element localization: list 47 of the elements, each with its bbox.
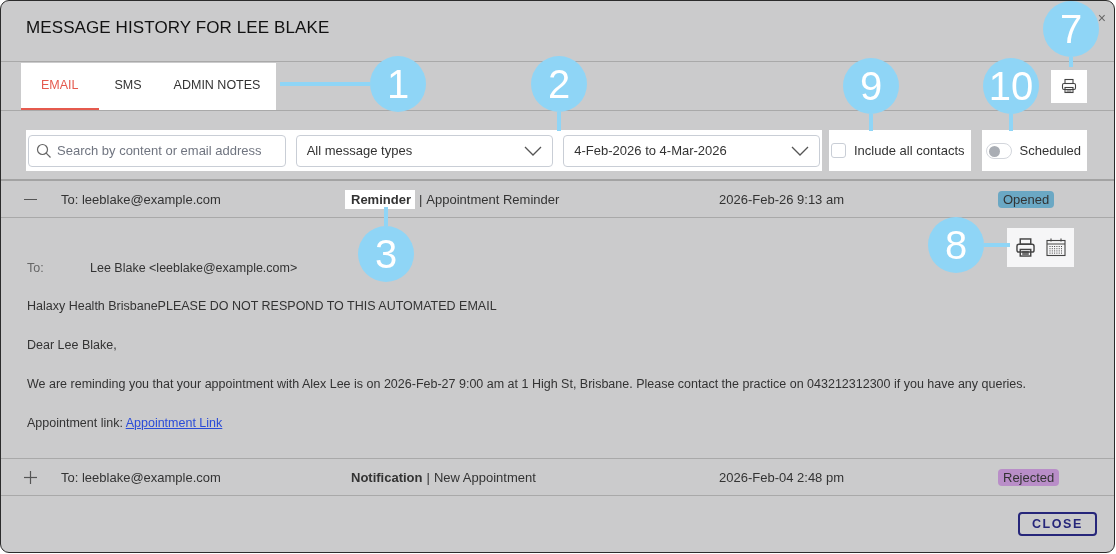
callout-marker: 3 [358,226,414,282]
callout-marker: 2 [531,56,587,112]
tab[interactable]: EMAIL [21,62,99,110]
date-text: 2026-Feb-26 9:13 am [719,191,846,207]
to-label: To: [27,261,45,275]
chevron-down-icon [524,145,543,156]
printer-icon [1061,78,1077,94]
to-value: Lee Blake <leeblake@example.com> [90,261,298,275]
checkbox-label: Include all contacts [854,143,965,158]
print-button[interactable] [1051,69,1087,103]
search-field[interactable]: Search by content or email address [28,134,286,167]
checkbox[interactable] [831,143,846,158]
callout-marker: 1 [370,56,426,112]
date-text: 2026-Feb-04 2:48 pm [719,469,846,485]
callout-marker: 7 [1043,1,1099,57]
subject-text: Appointment Reminder [426,191,560,207]
status-badge: Rejected [998,468,1060,486]
calendar-icon [1046,238,1066,257]
tab[interactable]: ADMIN NOTES [157,62,277,110]
plus-icon[interactable] [23,469,38,485]
close-button[interactable]: × [1097,10,1106,26]
message-paragraph: Dear Lee Blake, [27,337,118,353]
message-paragraph: Halaxy Health BrisbanePLEASE DO NOT RESPOND TO THIS AUTOMATED EMAIL [27,298,498,314]
search-icon [36,142,52,159]
toggle-switch[interactable] [986,142,1012,159]
dialog-title: MESSAGE HISTORY FOR LEE BLAKE [26,18,330,38]
tab[interactable]: SMS [98,62,158,110]
status-badge: Opened [998,190,1055,208]
recipient-text: To: leeblake@example.com [61,469,222,485]
callout-marker: 9 [843,58,899,114]
message-type-label: Notification [351,469,423,485]
appointment-link[interactable]: Appointment Link [125,416,223,430]
subject-text: New Appointment [433,469,536,485]
toggle-label: Scheduled [1019,143,1081,158]
message-paragraph: We are reminding you that your appointment with Alex Lee is on 2026-Feb-27 9:00 am at 1 High St, Brisbane. Please contact the practice on 043212312300 if you have any queries. [27,376,1027,392]
callout-marker: 10 [983,58,1039,114]
recipient-text: To: leeblake@example.com [61,191,222,207]
chevron-down-icon [791,145,809,156]
date-range-dropdown[interactable]: 4-Feb-2026 to 4-Mar-2026 [563,134,820,167]
printer-icon [1015,237,1036,258]
close-button[interactable]: CLOSE [1017,512,1097,536]
appointment-link-line: Appointment link: Appointment Link [27,415,224,431]
callout-marker: 8 [928,217,984,273]
message-type-label: Reminder [345,189,415,209]
separator-text: | [418,191,423,207]
separator-text: | [426,469,430,485]
message-type-dropdown[interactable]: All message types [295,134,554,167]
